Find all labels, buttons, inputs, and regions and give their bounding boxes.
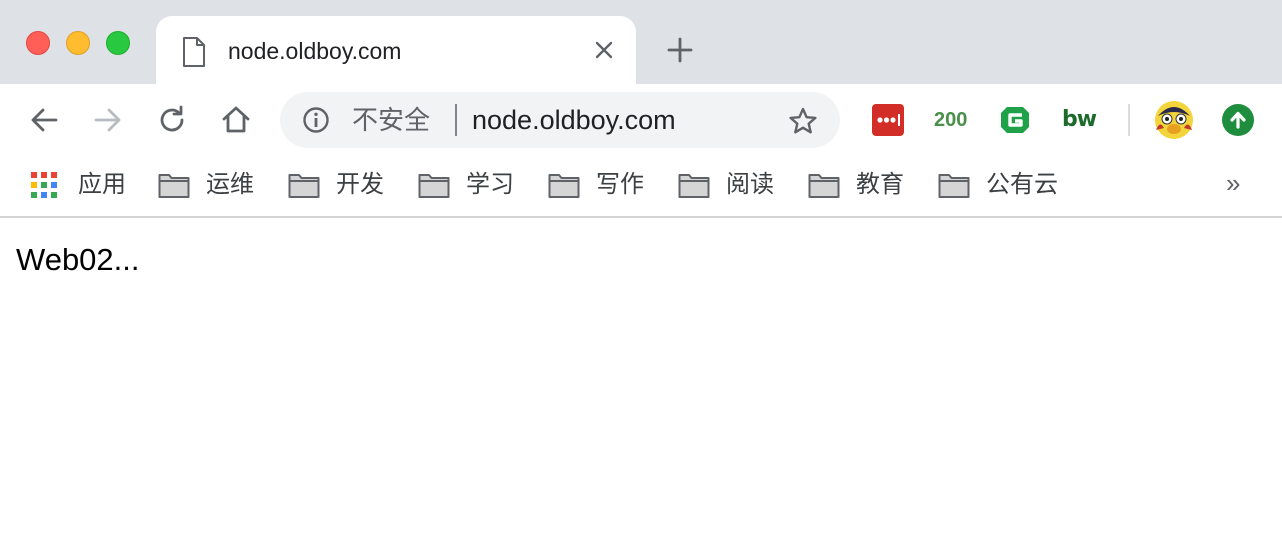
browser-toolbar: 不安全 node.oldboy.com 200 bw	[0, 84, 1282, 156]
address-separator	[455, 104, 457, 136]
reload-icon[interactable]	[154, 102, 190, 138]
forward-arrow-icon[interactable]	[90, 102, 126, 138]
bookmark-label: 公有云	[986, 171, 1058, 198]
bookmark-label: 写作	[596, 171, 644, 198]
apps-grid-icon	[31, 172, 57, 198]
bookmark-label: 学习	[466, 171, 514, 198]
folder-icon	[548, 174, 580, 198]
bookmark-label: 运维	[206, 171, 254, 198]
document-icon	[183, 37, 205, 67]
update-arrow-icon[interactable]	[1222, 104, 1254, 136]
new-tab-plus-icon[interactable]	[666, 36, 694, 64]
back-arrow-icon[interactable]	[26, 102, 62, 138]
toolbar-divider	[1128, 104, 1130, 136]
address-bar[interactable]: 不安全 node.oldboy.com	[280, 92, 840, 148]
folder-icon	[678, 174, 710, 198]
tab-strip: node.oldboy.com	[0, 0, 1282, 84]
bookmarks-overflow-chevron-icon[interactable]: »	[1226, 166, 1240, 200]
url-text[interactable]: node.oldboy.com	[472, 104, 676, 136]
star-icon[interactable]	[788, 106, 818, 136]
page-content: Web02...	[0, 218, 1282, 544]
profile-avatar-icon[interactable]	[1154, 100, 1194, 140]
bookmark-label: 开发	[336, 171, 384, 198]
http-status-extension[interactable]: 200	[934, 104, 974, 136]
folder-icon	[158, 174, 190, 198]
tab-title: node.oldboy.com	[228, 38, 402, 64]
window-minimize-button[interactable]	[66, 31, 90, 55]
tab-close-icon[interactable]	[592, 38, 616, 62]
window-close-button[interactable]	[26, 31, 50, 55]
bookmark-label: 阅读	[726, 171, 774, 198]
active-tab[interactable]: node.oldboy.com	[156, 16, 636, 84]
bookmark-label: 教育	[856, 171, 904, 198]
folder-icon	[808, 174, 840, 198]
folder-icon	[288, 174, 320, 198]
home-icon[interactable]	[218, 102, 254, 138]
page-body-text: Web02...	[16, 242, 140, 277]
security-status-label[interactable]: 不安全	[352, 104, 430, 136]
grammarly-g-icon[interactable]	[998, 104, 1032, 136]
folder-icon	[418, 174, 450, 198]
window-maximize-button[interactable]	[106, 31, 130, 55]
bookmarks-bar: 应用 运维 开发 学习 写作 阅读 教育 公有云 »	[0, 156, 1282, 218]
folder-icon	[938, 174, 970, 198]
lastpass-icon[interactable]	[872, 104, 904, 136]
bw-extension[interactable]: bw	[1062, 104, 1098, 136]
info-icon[interactable]	[302, 106, 330, 134]
lastpass-dots-icon	[877, 114, 900, 126]
bookmark-label: 应用	[78, 171, 126, 198]
